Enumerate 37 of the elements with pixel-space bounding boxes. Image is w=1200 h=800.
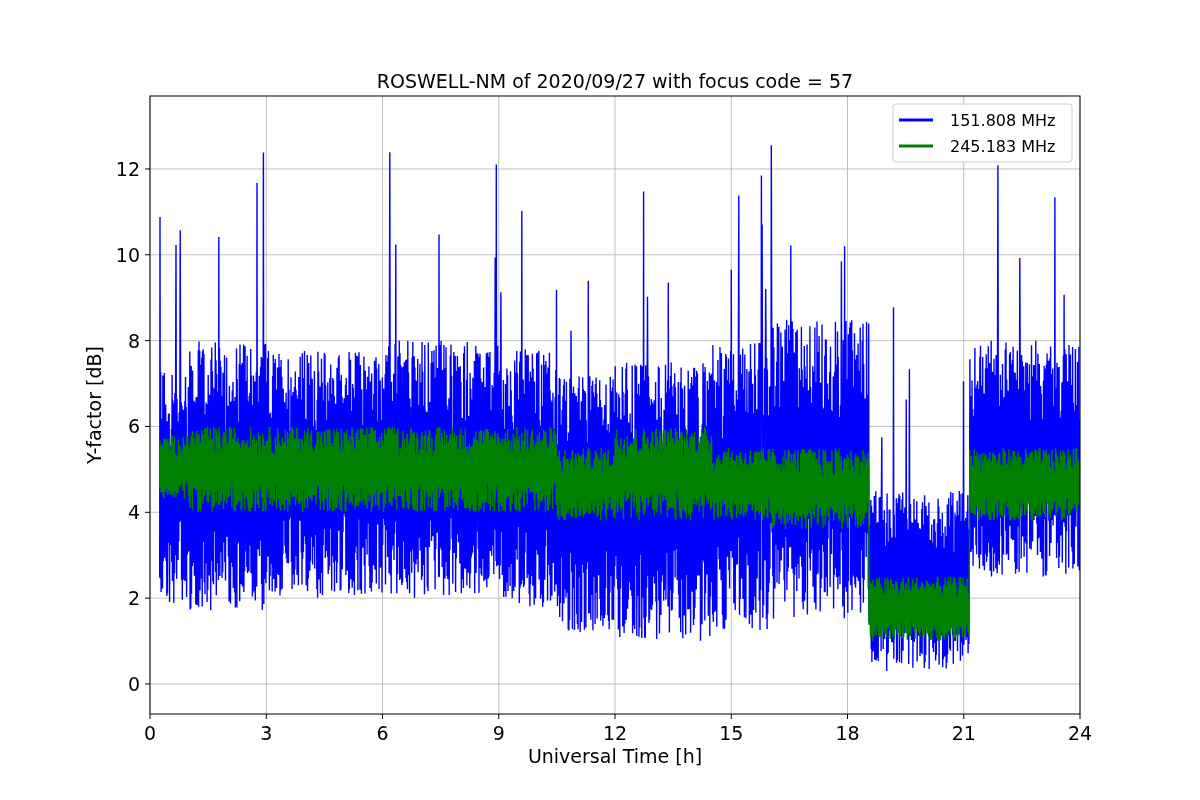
x-tick-label: 21 [951, 722, 976, 744]
tick-mark [963, 713, 965, 720]
legend-label: 245.183 MHz [950, 137, 1056, 156]
x-tick-label: 15 [719, 722, 744, 744]
x-tick-label: 6 [376, 722, 389, 744]
tick-mark [144, 254, 151, 256]
tick-mark [730, 713, 732, 720]
x-tick-label: 9 [492, 722, 505, 744]
y-axis-label: Y-factor [dB] [83, 346, 105, 464]
legend-label: 151.808 MHz [950, 111, 1056, 130]
x-tick-label: 24 [1067, 722, 1093, 744]
x-tick-label: 12 [602, 722, 628, 744]
tick-mark [382, 713, 383, 720]
tick-mark [614, 713, 616, 720]
tick-mark [144, 683, 151, 685]
y-tick-label: 2 [127, 587, 140, 610]
y-tick-label: 6 [127, 415, 140, 438]
tick-mark [847, 713, 848, 720]
tick-mark [265, 713, 267, 720]
y-tick-label: 8 [127, 329, 140, 352]
tick-mark [144, 597, 151, 599]
x-axis-label: Universal Time [h] [527, 745, 703, 767]
tick-mark [144, 511, 151, 513]
y-tick-label: 0 [127, 672, 140, 695]
chart-title: ROSWELL-NM of 2020/09/27 with focus code = 57 [376, 70, 854, 92]
y-tick-label: 4 [127, 501, 140, 524]
y-tick-label: 10 [115, 243, 140, 266]
tick-mark [149, 713, 151, 720]
x-tick-label: 3 [260, 722, 273, 744]
x-tick-label: 18 [835, 722, 860, 744]
tick-mark [1079, 713, 1081, 720]
tick-mark [144, 425, 151, 427]
x-tick-label: 0 [143, 722, 157, 744]
tick-mark [498, 713, 500, 720]
tick-mark [144, 168, 151, 170]
y-tick-label: 12 [115, 157, 140, 180]
tick-mark [144, 340, 151, 342]
